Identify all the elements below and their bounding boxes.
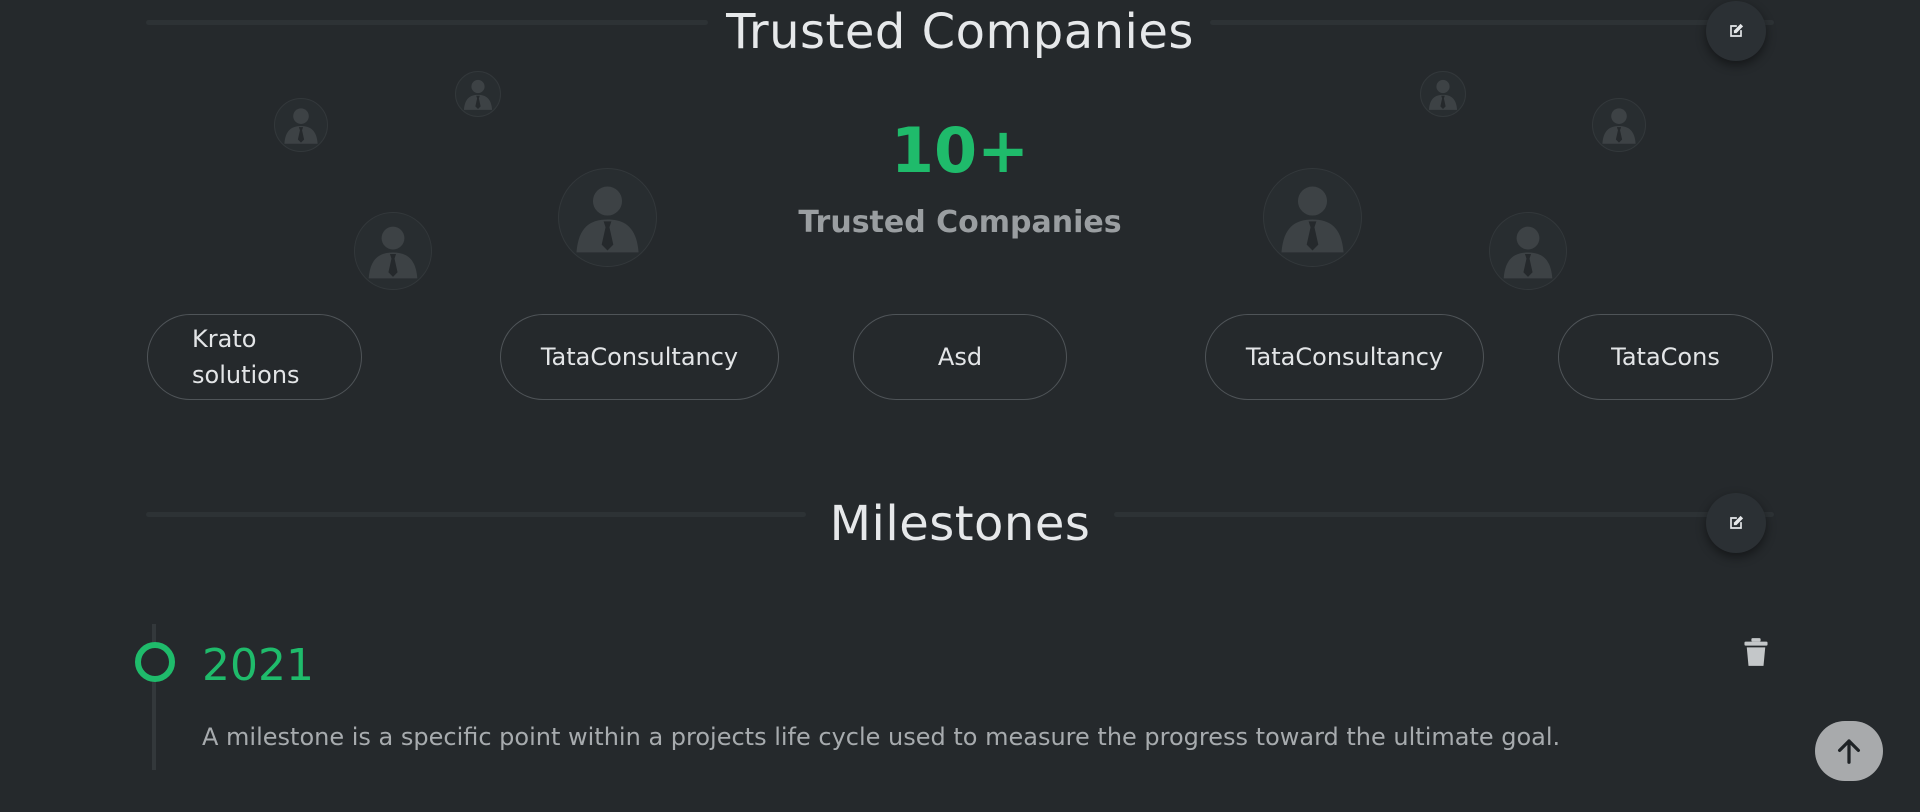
user-avatar-icon: [456, 72, 500, 116]
company-name: TataConsultancy: [540, 343, 739, 371]
avatar: [1420, 71, 1466, 117]
company-name: TataCons: [1611, 343, 1720, 371]
delete-milestone-button[interactable]: [1742, 637, 1770, 667]
company-pill[interactable]: TataConsultancy: [1205, 314, 1484, 400]
scroll-to-top-button[interactable]: [1815, 721, 1883, 781]
trusted-companies-count-label: Trusted Companies: [798, 205, 1122, 240]
milestone-year: 2021: [202, 640, 314, 691]
arrow-up-icon: [1838, 739, 1860, 764]
trash-icon: [1744, 638, 1768, 666]
milestone-description: A milestone is a specific point within a…: [202, 723, 1561, 751]
company-name: Asd: [937, 343, 983, 371]
avatar: [455, 71, 501, 117]
edit-icon: [1730, 515, 1744, 529]
company-name: TataConsultancy: [1245, 343, 1444, 371]
edit-trusted-companies-button[interactable]: [1706, 1, 1766, 61]
trusted-companies-title: Trusted Companies: [726, 4, 1194, 60]
company-pill[interactable]: TataCons: [1558, 314, 1773, 400]
edit-milestones-button[interactable]: [1706, 493, 1766, 553]
company-name: Krato solutions: [192, 325, 300, 389]
edit-icon: [1730, 23, 1744, 37]
page: Trusted Companies 10+ Trusted Companies …: [0, 0, 1920, 812]
user-avatar-icon: [1421, 72, 1465, 116]
company-pill[interactable]: Asd: [853, 314, 1067, 400]
milestones-title: Milestones: [829, 496, 1091, 552]
company-pill[interactable]: TataConsultancy: [500, 314, 779, 400]
timeline-marker: [135, 642, 175, 682]
trusted-companies-count: 10+: [890, 114, 1030, 187]
company-pill[interactable]: Krato solutions: [147, 314, 362, 400]
